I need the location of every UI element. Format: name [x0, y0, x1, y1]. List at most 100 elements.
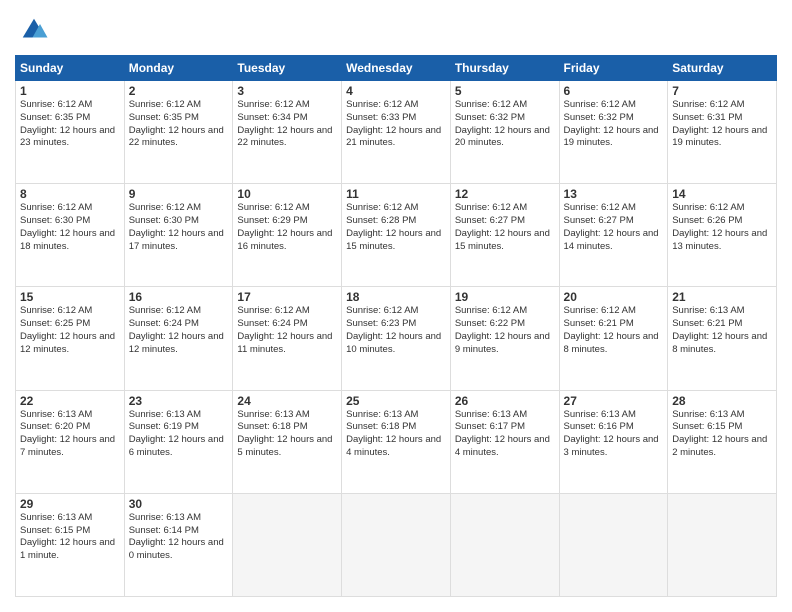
- day-number: 28: [672, 394, 772, 408]
- logo-icon: [19, 15, 49, 45]
- calendar-day-cell: 8Sunrise: 6:12 AMSunset: 6:30 PMDaylight…: [16, 184, 125, 287]
- calendar-table: SundayMondayTuesdayWednesdayThursdayFrid…: [15, 55, 777, 597]
- calendar-day-cell: 5Sunrise: 6:12 AMSunset: 6:32 PMDaylight…: [450, 81, 559, 184]
- day-info: Sunrise: 6:12 AMSunset: 6:26 PMDaylight:…: [672, 202, 772, 253]
- calendar-day-cell: [342, 493, 451, 596]
- day-number: 4: [346, 84, 446, 98]
- calendar-week-row: 1Sunrise: 6:12 AMSunset: 6:35 PMDaylight…: [16, 81, 777, 184]
- day-number: 22: [20, 394, 120, 408]
- day-number: 25: [346, 394, 446, 408]
- calendar-day-cell: 15Sunrise: 6:12 AMSunset: 6:25 PMDayligh…: [16, 287, 125, 390]
- day-number: 24: [237, 394, 337, 408]
- calendar-day-cell: 14Sunrise: 6:12 AMSunset: 6:26 PMDayligh…: [668, 184, 777, 287]
- calendar-header-cell: Friday: [559, 56, 668, 81]
- day-info: Sunrise: 6:12 AMSunset: 6:22 PMDaylight:…: [455, 305, 555, 356]
- day-number: 21: [672, 290, 772, 304]
- calendar-body: 1Sunrise: 6:12 AMSunset: 6:35 PMDaylight…: [16, 81, 777, 597]
- calendar-header-cell: Sunday: [16, 56, 125, 81]
- day-number: 13: [564, 187, 664, 201]
- calendar-day-cell: 6Sunrise: 6:12 AMSunset: 6:32 PMDaylight…: [559, 81, 668, 184]
- calendar-header-cell: Thursday: [450, 56, 559, 81]
- calendar-week-row: 8Sunrise: 6:12 AMSunset: 6:30 PMDaylight…: [16, 184, 777, 287]
- day-number: 20: [564, 290, 664, 304]
- page: SundayMondayTuesdayWednesdayThursdayFrid…: [0, 0, 792, 612]
- day-info: Sunrise: 6:12 AMSunset: 6:30 PMDaylight:…: [20, 202, 120, 253]
- day-info: Sunrise: 6:12 AMSunset: 6:35 PMDaylight:…: [129, 99, 229, 150]
- calendar-day-cell: 20Sunrise: 6:12 AMSunset: 6:21 PMDayligh…: [559, 287, 668, 390]
- day-info: Sunrise: 6:12 AMSunset: 6:21 PMDaylight:…: [564, 305, 664, 356]
- day-number: 6: [564, 84, 664, 98]
- day-number: 16: [129, 290, 229, 304]
- day-number: 9: [129, 187, 229, 201]
- calendar-header-row: SundayMondayTuesdayWednesdayThursdayFrid…: [16, 56, 777, 81]
- day-number: 23: [129, 394, 229, 408]
- day-info: Sunrise: 6:13 AMSunset: 6:18 PMDaylight:…: [346, 409, 446, 460]
- day-info: Sunrise: 6:13 AMSunset: 6:17 PMDaylight:…: [455, 409, 555, 460]
- calendar-day-cell: 18Sunrise: 6:12 AMSunset: 6:23 PMDayligh…: [342, 287, 451, 390]
- day-info: Sunrise: 6:13 AMSunset: 6:19 PMDaylight:…: [129, 409, 229, 460]
- day-info: Sunrise: 6:13 AMSunset: 6:20 PMDaylight:…: [20, 409, 120, 460]
- calendar-day-cell: 3Sunrise: 6:12 AMSunset: 6:34 PMDaylight…: [233, 81, 342, 184]
- calendar-header-cell: Tuesday: [233, 56, 342, 81]
- day-info: Sunrise: 6:12 AMSunset: 6:24 PMDaylight:…: [129, 305, 229, 356]
- calendar-day-cell: 19Sunrise: 6:12 AMSunset: 6:22 PMDayligh…: [450, 287, 559, 390]
- day-number: 30: [129, 497, 229, 511]
- day-number: 15: [20, 290, 120, 304]
- calendar-day-cell: 25Sunrise: 6:13 AMSunset: 6:18 PMDayligh…: [342, 390, 451, 493]
- calendar-day-cell: 4Sunrise: 6:12 AMSunset: 6:33 PMDaylight…: [342, 81, 451, 184]
- day-number: 26: [455, 394, 555, 408]
- calendar-day-cell: [668, 493, 777, 596]
- day-info: Sunrise: 6:12 AMSunset: 6:35 PMDaylight:…: [20, 99, 120, 150]
- day-number: 11: [346, 187, 446, 201]
- calendar-week-row: 29Sunrise: 6:13 AMSunset: 6:15 PMDayligh…: [16, 493, 777, 596]
- day-number: 19: [455, 290, 555, 304]
- day-info: Sunrise: 6:12 AMSunset: 6:23 PMDaylight:…: [346, 305, 446, 356]
- calendar-day-cell: 26Sunrise: 6:13 AMSunset: 6:17 PMDayligh…: [450, 390, 559, 493]
- day-number: 29: [20, 497, 120, 511]
- calendar-day-cell: [559, 493, 668, 596]
- day-info: Sunrise: 6:12 AMSunset: 6:27 PMDaylight:…: [455, 202, 555, 253]
- calendar-header-cell: Monday: [124, 56, 233, 81]
- day-info: Sunrise: 6:13 AMSunset: 6:15 PMDaylight:…: [20, 512, 120, 563]
- day-number: 27: [564, 394, 664, 408]
- calendar-day-cell: 7Sunrise: 6:12 AMSunset: 6:31 PMDaylight…: [668, 81, 777, 184]
- day-number: 3: [237, 84, 337, 98]
- calendar-header-cell: Saturday: [668, 56, 777, 81]
- calendar-day-cell: 11Sunrise: 6:12 AMSunset: 6:28 PMDayligh…: [342, 184, 451, 287]
- day-info: Sunrise: 6:12 AMSunset: 6:30 PMDaylight:…: [129, 202, 229, 253]
- day-info: Sunrise: 6:12 AMSunset: 6:29 PMDaylight:…: [237, 202, 337, 253]
- header: [15, 15, 777, 45]
- day-number: 1: [20, 84, 120, 98]
- day-info: Sunrise: 6:13 AMSunset: 6:16 PMDaylight:…: [564, 409, 664, 460]
- day-info: Sunrise: 6:13 AMSunset: 6:14 PMDaylight:…: [129, 512, 229, 563]
- calendar-week-row: 15Sunrise: 6:12 AMSunset: 6:25 PMDayligh…: [16, 287, 777, 390]
- day-info: Sunrise: 6:12 AMSunset: 6:28 PMDaylight:…: [346, 202, 446, 253]
- day-info: Sunrise: 6:12 AMSunset: 6:32 PMDaylight:…: [455, 99, 555, 150]
- day-info: Sunrise: 6:13 AMSunset: 6:21 PMDaylight:…: [672, 305, 772, 356]
- calendar-day-cell: 10Sunrise: 6:12 AMSunset: 6:29 PMDayligh…: [233, 184, 342, 287]
- day-info: Sunrise: 6:12 AMSunset: 6:34 PMDaylight:…: [237, 99, 337, 150]
- day-number: 2: [129, 84, 229, 98]
- calendar-day-cell: 12Sunrise: 6:12 AMSunset: 6:27 PMDayligh…: [450, 184, 559, 287]
- calendar-day-cell: 23Sunrise: 6:13 AMSunset: 6:19 PMDayligh…: [124, 390, 233, 493]
- day-info: Sunrise: 6:12 AMSunset: 6:27 PMDaylight:…: [564, 202, 664, 253]
- calendar-day-cell: [450, 493, 559, 596]
- calendar-day-cell: 1Sunrise: 6:12 AMSunset: 6:35 PMDaylight…: [16, 81, 125, 184]
- day-info: Sunrise: 6:12 AMSunset: 6:25 PMDaylight:…: [20, 305, 120, 356]
- day-info: Sunrise: 6:12 AMSunset: 6:31 PMDaylight:…: [672, 99, 772, 150]
- calendar-day-cell: 21Sunrise: 6:13 AMSunset: 6:21 PMDayligh…: [668, 287, 777, 390]
- day-info: Sunrise: 6:12 AMSunset: 6:32 PMDaylight:…: [564, 99, 664, 150]
- calendar-day-cell: 28Sunrise: 6:13 AMSunset: 6:15 PMDayligh…: [668, 390, 777, 493]
- calendar-day-cell: 30Sunrise: 6:13 AMSunset: 6:14 PMDayligh…: [124, 493, 233, 596]
- calendar-day-cell: 22Sunrise: 6:13 AMSunset: 6:20 PMDayligh…: [16, 390, 125, 493]
- calendar-day-cell: 16Sunrise: 6:12 AMSunset: 6:24 PMDayligh…: [124, 287, 233, 390]
- calendar-day-cell: [233, 493, 342, 596]
- calendar-week-row: 22Sunrise: 6:13 AMSunset: 6:20 PMDayligh…: [16, 390, 777, 493]
- day-info: Sunrise: 6:13 AMSunset: 6:18 PMDaylight:…: [237, 409, 337, 460]
- day-number: 12: [455, 187, 555, 201]
- calendar-header-cell: Wednesday: [342, 56, 451, 81]
- calendar-day-cell: 17Sunrise: 6:12 AMSunset: 6:24 PMDayligh…: [233, 287, 342, 390]
- logo: [15, 15, 49, 45]
- day-info: Sunrise: 6:13 AMSunset: 6:15 PMDaylight:…: [672, 409, 772, 460]
- calendar-day-cell: 24Sunrise: 6:13 AMSunset: 6:18 PMDayligh…: [233, 390, 342, 493]
